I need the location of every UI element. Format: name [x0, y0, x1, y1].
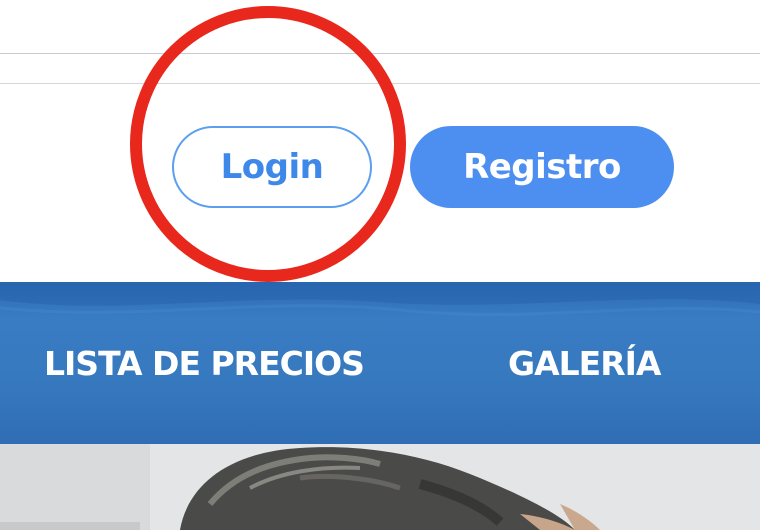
- person-photo-image: [0, 444, 760, 530]
- nav-item-lista-de-precios[interactable]: LISTA DE PRECIOS: [44, 344, 365, 384]
- main-navigation: LISTA DE PRECIOS GALERÍA: [0, 282, 760, 444]
- login-button[interactable]: Login: [172, 126, 372, 208]
- register-button[interactable]: Registro: [410, 126, 674, 208]
- hero-photo: [0, 444, 760, 530]
- nav-wave-decoration: [0, 282, 760, 317]
- page: Login Registro LISTA DE PRECIOS GALERÍA: [0, 0, 760, 530]
- nav-item-galeria[interactable]: GALERÍA: [508, 344, 661, 384]
- top-divider: [0, 53, 760, 54]
